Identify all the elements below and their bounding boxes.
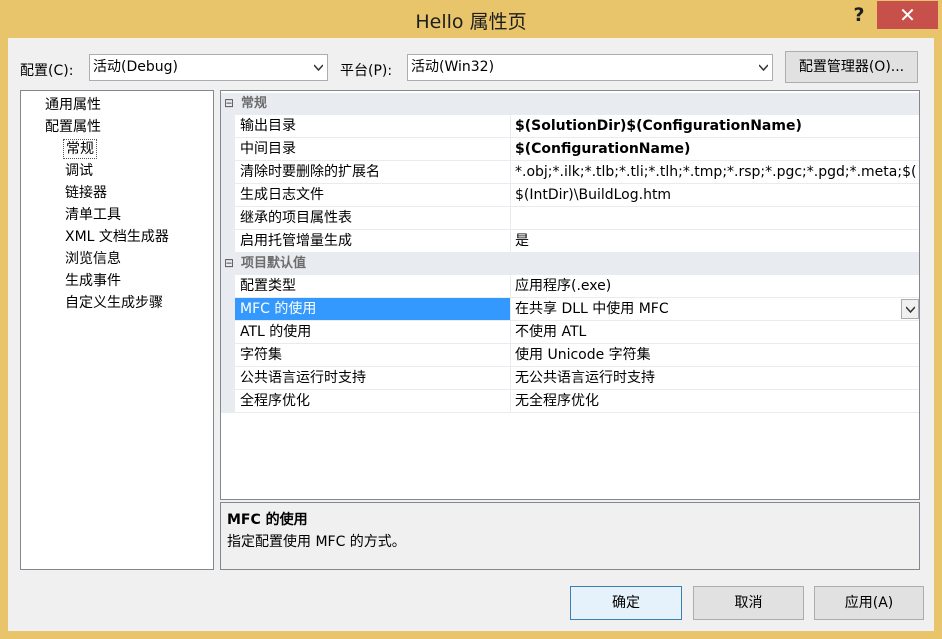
tree-item-xml-doc-generator[interactable]: XML 文档生成器 (65, 227, 169, 247)
property-row-output-dir[interactable]: 输出目录 $(SolutionDir)$(ConfigurationName) (235, 115, 919, 138)
category-project-defaults[interactable]: ⊟ 项目默认值 (221, 253, 919, 275)
description-text: 指定配置使用 MFC 的方式。 (227, 534, 406, 550)
collapse-icon[interactable]: ⊟ (223, 256, 235, 270)
property-row-use-of-mfc[interactable]: MFC 的使用 在共享 DLL 中使用 MFC (235, 298, 919, 321)
tree-item-general[interactable]: 常规 (63, 139, 97, 159)
property-value[interactable]: *.obj;*.ilk;*.tlb;*.tli;*.tlh;*.tmp;*.rs… (511, 161, 919, 184)
tree-item-build-events[interactable]: 生成事件 (65, 271, 121, 291)
value-dropdown-button[interactable] (901, 299, 919, 319)
collapse-icon[interactable]: ⊟ (223, 96, 235, 110)
property-row-build-log[interactable]: 生成日志文件 $(IntDir)\BuildLog.htm (235, 184, 919, 207)
ok-button[interactable]: 确定 (570, 586, 682, 620)
apply-button[interactable]: 应用(A) (814, 586, 924, 620)
property-name: 清除时要删除的扩展名 (235, 161, 511, 184)
property-value[interactable]: 使用 Unicode 字符集 (511, 344, 919, 367)
property-name: 启用托管增量生成 (235, 230, 511, 253)
property-name: 配置类型 (235, 275, 511, 298)
property-value[interactable]: 应用程序(.exe) (511, 275, 919, 298)
category-label: 项目默认值 (241, 256, 307, 271)
property-row-character-set[interactable]: 字符集 使用 Unicode 字符集 (235, 344, 919, 367)
close-button[interactable]: ✕ (877, 1, 938, 29)
grid-gutter (221, 275, 235, 413)
chevron-down-icon (759, 64, 768, 71)
platform-label: 平台(P): (340, 63, 393, 79)
platform-combo-value: 活动(Win32) (411, 59, 495, 75)
property-name: 生成日志文件 (235, 184, 511, 207)
help-button[interactable]: ? (848, 4, 870, 28)
config-manager-button[interactable]: 配置管理器(O)... (785, 51, 918, 83)
tree-item-linker[interactable]: 链接器 (65, 183, 107, 203)
window-title: Hello 属性页 (415, 11, 527, 33)
property-row-use-of-atl[interactable]: ATL 的使用 不使用 ATL (235, 321, 919, 344)
category-general[interactable]: ⊟ 常规 (221, 93, 919, 115)
chevron-down-icon (906, 306, 915, 313)
grid-gutter (221, 115, 235, 253)
chevron-down-icon (314, 64, 323, 71)
config-label: 配置(C): (20, 63, 74, 79)
tree-item-custom-build-step[interactable]: 自定义生成步骤 (65, 293, 163, 313)
property-name: 继承的项目属性表 (235, 207, 511, 230)
platform-combo[interactable]: 活动(Win32) (407, 54, 773, 81)
property-value[interactable]: 在共享 DLL 中使用 MFC (511, 298, 919, 321)
property-name: 中间目录 (235, 138, 511, 161)
property-value[interactable]: 不使用 ATL (511, 321, 919, 344)
property-name: 公共语言运行时支持 (235, 367, 511, 390)
property-tree[interactable]: 通用属性 配置属性 常规 调试 链接器 清单工具 XML 文档生成器 浏览信息 … (20, 90, 214, 570)
category-label: 常规 (241, 96, 268, 111)
config-combo-value: 活动(Debug) (93, 59, 178, 75)
property-name: 字符集 (235, 344, 511, 367)
property-value[interactable]: $(ConfigurationName) (511, 138, 919, 161)
property-value[interactable]: 是 (511, 230, 919, 253)
property-value[interactable]: 无全程序优化 (511, 390, 919, 413)
property-value[interactable]: $(IntDir)\BuildLog.htm (511, 184, 919, 207)
tree-item-common-properties[interactable]: 通用属性 (45, 95, 101, 115)
title-bar: Hello 属性页 ? ✕ (0, 0, 942, 38)
property-name: 输出目录 (235, 115, 511, 138)
property-row-clean-extensions[interactable]: 清除时要删除的扩展名 *.obj;*.ilk;*.tlb;*.tli;*.tlh… (235, 161, 919, 184)
tree-item-browse-info[interactable]: 浏览信息 (65, 249, 121, 269)
tree-item-manifest-tool[interactable]: 清单工具 (65, 205, 121, 225)
dialog-body: 配置(C): 活动(Debug) 平台(P): 活动(Win32) 配置管理器(… (8, 38, 934, 631)
property-row-config-type[interactable]: 配置类型 应用程序(.exe) (235, 275, 919, 298)
description-panel: MFC 的使用 指定配置使用 MFC 的方式。 (220, 502, 920, 570)
tree-item-debugging[interactable]: 调试 (65, 161, 93, 181)
property-name: ATL 的使用 (235, 321, 511, 344)
property-row-managed-incremental[interactable]: 启用托管增量生成 是 (235, 230, 919, 253)
property-grid[interactable]: ⊟ 常规 输出目录 $(SolutionDir)$(ConfigurationN… (220, 90, 920, 500)
config-combo[interactable]: 活动(Debug) (89, 54, 328, 81)
property-row-clr-support[interactable]: 公共语言运行时支持 无公共语言运行时支持 (235, 367, 919, 390)
property-value[interactable]: 无公共语言运行时支持 (511, 367, 919, 390)
property-name: 全程序优化 (235, 390, 511, 413)
cancel-button[interactable]: 取消 (693, 586, 804, 620)
tree-item-config-properties[interactable]: 配置属性 (45, 117, 101, 137)
property-value-text: 在共享 DLL 中使用 MFC (515, 301, 669, 317)
property-row-whole-program-opt[interactable]: 全程序优化 无全程序优化 (235, 390, 919, 413)
property-value[interactable] (511, 207, 919, 230)
property-row-intermediate-dir[interactable]: 中间目录 $(ConfigurationName) (235, 138, 919, 161)
property-row-inherited-sheets[interactable]: 继承的项目属性表 (235, 207, 919, 230)
description-title: MFC 的使用 (227, 512, 308, 528)
property-name: MFC 的使用 (235, 298, 511, 321)
property-value[interactable]: $(SolutionDir)$(ConfigurationName) (511, 115, 919, 138)
